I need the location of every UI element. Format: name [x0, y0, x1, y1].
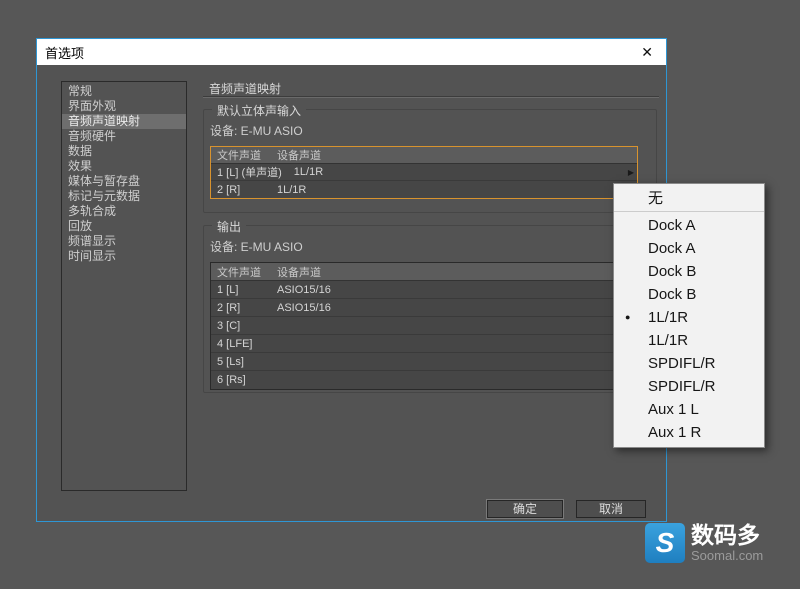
soomal-watermark: S 数码多 Soomal.com — [645, 523, 763, 563]
table-header: 文件声道 设备声道 — [211, 263, 637, 281]
file-channel-cell: 3 [C] — [217, 319, 241, 332]
table-row[interactable]: 1 [L] ASIO15/16 ▶ — [211, 281, 637, 299]
dropdown-menu-item[interactable]: ● SPDIFL/R — [614, 375, 764, 398]
group-title: 默认立体声输入 — [212, 102, 307, 119]
file-channel-header: 文件声道 — [217, 266, 261, 279]
dropdown-menu-item[interactable]: ● Aux 1 L — [614, 398, 764, 421]
dropdown-item-label: SPDIFL/R — [648, 355, 716, 372]
device-channel-header: 设备声道 — [277, 150, 321, 162]
table-row[interactable]: 3 [C] ▶ — [211, 317, 637, 335]
dropdown-menu-item[interactable]: ● Aux 1 R — [614, 421, 764, 444]
device-channel-cell: 1L/1R — [293, 166, 324, 178]
table-row[interactable]: 1 [L] (单声道) 1L/1R ▶ — [211, 164, 637, 181]
page-title: 音频声道映射 — [209, 82, 282, 96]
file-channel-cell: 1 [L] — [217, 283, 239, 296]
dropdown-menu-item[interactable]: ● 1L/1R — [614, 306, 764, 329]
dropdown-item-label: Aux 1 R — [648, 424, 702, 441]
sidebar-item[interactable]: 标记与元数据 — [62, 189, 186, 204]
dropdown-item-label: 无 — [648, 190, 664, 207]
dropdown-item-label: Aux 1 L — [648, 401, 699, 418]
dropdown-item-label: Dock B — [648, 263, 697, 280]
device-channel-header: 设备声道 — [277, 266, 321, 279]
ok-button[interactable]: 确定 — [487, 500, 563, 518]
sidebar-item[interactable]: 效果 — [62, 159, 186, 174]
table-row[interactable]: 4 [LFE] ▶ — [211, 335, 637, 353]
output-device-label: 设备: E-MU ASIO — [210, 240, 303, 254]
dropdown-item-label: SPDIFL/R — [648, 378, 716, 395]
sidebar-item[interactable]: 回放 — [62, 219, 186, 234]
table-header: 文件声道 设备声道 — [211, 147, 637, 164]
cancel-button[interactable]: 取消 — [576, 500, 646, 518]
sidebar-item[interactable]: 媒体与暂存盘 — [62, 174, 186, 189]
file-channel-cell: 2 [R] — [217, 301, 241, 314]
dropdown-item-label: 1L/1R — [648, 332, 689, 349]
dropdown-item-label: Dock A — [648, 217, 696, 234]
device-channel-cell: ASIO15/16 — [277, 301, 331, 314]
sidebar-item[interactable]: 频谱显示 — [62, 234, 186, 249]
table-row[interactable]: 5 [Ls] ▶ — [211, 353, 637, 371]
selected-bullet-icon: ● — [625, 312, 631, 322]
input-mapping-table: 文件声道 设备声道 1 [L] (单声道) 1L/1R ▶ 2 [R] 1L/1… — [210, 146, 638, 199]
default-stereo-input-group: 默认立体声输入 设备: E-MU ASIO 文件声道 设备声道 1 [L] (单… — [203, 102, 657, 213]
soomal-logo-icon: S — [645, 523, 685, 563]
dropdown-item-label: Dock A — [648, 240, 696, 257]
table-body: 1 [L] ASIO15/16 ▶ 2 [R] ASIO15/16 ▶ 3 [C… — [211, 281, 637, 389]
group-title: 输出 — [212, 218, 247, 235]
title-separator — [203, 96, 659, 97]
preferences-dialog: 首选项 ✕ 常规 界面外观 音频声道映射 音频硬件 数据 效果 媒体与暂存盘 标… — [36, 38, 667, 522]
dropdown-menu-item[interactable]: ● SPDIFL/R — [614, 352, 764, 375]
sidebar-item[interactable]: 多轨合成 — [62, 204, 186, 219]
dropdown-menu-item[interactable]: ● Dock B — [614, 260, 764, 283]
table-body: 1 [L] (单声道) 1L/1R ▶ 2 [R] 1L/1R ▶ — [211, 164, 637, 198]
file-channel-cell: 5 [Ls] — [217, 355, 244, 368]
output-mapping-table: 文件声道 设备声道 1 [L] ASIO15/16 ▶ 2 [R] — [210, 262, 638, 390]
preferences-category-list: 常规 界面外观 音频声道映射 音频硬件 数据 效果 媒体与暂存盘 标记与元数据 … — [61, 81, 187, 491]
table-row[interactable]: 6 [Rs] ▶ — [211, 371, 637, 389]
dropdown-menu-item[interactable]: ● Dock A — [614, 214, 764, 237]
dialog-title: 首选项 — [45, 45, 85, 61]
file-channel-cell: 1 [L] (单声道) — [217, 167, 282, 179]
watermark-site: Soomal.com — [691, 548, 764, 563]
sidebar-item[interactable]: 界面外观 — [62, 99, 186, 114]
watermark-brand: 数码多 — [691, 522, 760, 548]
output-group: 输出 设备: E-MU ASIO 文件声道 设备声道 1 [L] ASIO15/… — [203, 218, 657, 393]
dropdown-menu-item[interactable]: ● Dock A — [614, 237, 764, 260]
close-icon[interactable]: ✕ — [636, 39, 658, 65]
dropdown-menu-item[interactable]: ● Dock B — [614, 283, 764, 306]
table-row[interactable]: 2 [R] ASIO15/16 ▶ — [211, 299, 637, 317]
sidebar-item[interactable]: 音频硬件 — [62, 129, 186, 144]
table-row[interactable]: 2 [R] 1L/1R ▶ — [211, 181, 637, 198]
dropdown-item-label: 1L/1R — [648, 309, 689, 326]
input-device-label: 设备: E-MU ASIO — [210, 124, 303, 138]
sidebar-item[interactable]: 数据 — [62, 144, 186, 159]
file-channel-header: 文件声道 — [217, 150, 261, 162]
file-channel-cell: 4 [LFE] — [217, 337, 253, 350]
device-channel-cell: ASIO15/16 — [277, 283, 331, 296]
dropdown-item-label: Dock B — [648, 286, 697, 303]
dropdown-arrow-icon[interactable]: ▶ — [628, 164, 634, 180]
sidebar-item[interactable]: 音频声道映射 — [62, 114, 186, 129]
file-channel-cell: 6 [Rs] — [217, 374, 246, 386]
device-channel-cell: 1L/1R — [277, 183, 307, 196]
device-channel-dropdown-menu: ● 无 ● Dock A ● Dock A ● Dock B ● Dock B … — [613, 183, 765, 448]
dropdown-menu-item[interactable]: ● 无 — [614, 187, 764, 212]
dropdown-menu-item[interactable]: ● 1L/1R — [614, 329, 764, 352]
sidebar-item[interactable]: 常规 — [62, 84, 186, 99]
file-channel-cell: 2 [R] — [217, 183, 241, 196]
sidebar-item[interactable]: 时间显示 — [62, 249, 186, 264]
dialog-titlebar[interactable]: 首选项 ✕ — [37, 39, 666, 65]
